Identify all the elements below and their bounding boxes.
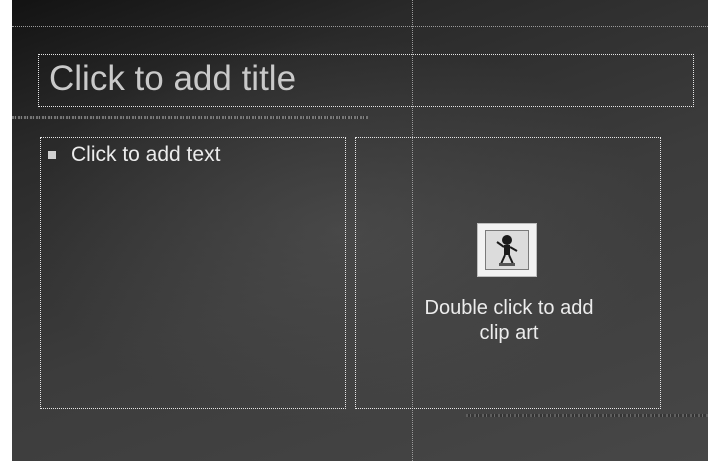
text-placeholder-text: Click to add text	[71, 143, 221, 166]
clipart-placeholder[interactable]: Double click to add clip art	[355, 137, 661, 409]
clip-art-icon-frame	[485, 230, 529, 270]
title-placeholder-text: Click to add title	[49, 59, 297, 98]
render-artifact	[466, 414, 708, 417]
horizontal-guide[interactable]	[12, 26, 708, 27]
slide[interactable]: Click to add title Click to add text Dou…	[12, 0, 708, 461]
editor-canvas: Click to add title Click to add text Dou…	[0, 0, 708, 461]
text-placeholder[interactable]: Click to add text	[40, 137, 346, 409]
clip-art-figure-icon	[496, 235, 518, 266]
render-artifact	[12, 116, 368, 119]
bullet-item: Click to add text	[48, 143, 220, 167]
clip-art-icon[interactable]	[477, 223, 537, 277]
clipart-caption-line1: Double click to add	[424, 297, 594, 319]
clipart-placeholder-caption: Double click to add clip art	[356, 296, 662, 346]
clipart-caption-line2: clip art	[479, 322, 539, 344]
bullet-icon	[48, 151, 56, 159]
title-placeholder[interactable]: Click to add title	[38, 54, 694, 107]
